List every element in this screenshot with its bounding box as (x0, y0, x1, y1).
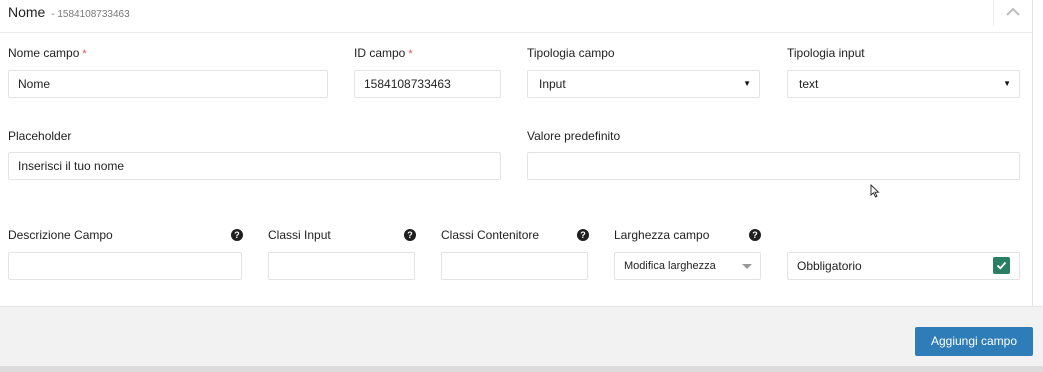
check-icon (996, 261, 1007, 270)
question-circle-icon[interactable]: ? (231, 229, 243, 241)
panel-title: Nome - 1584108733463 (8, 4, 130, 20)
id-campo-label: ID campo * (354, 46, 413, 60)
chevron-up-icon (1006, 7, 1020, 16)
classi-input-input[interactable] (268, 252, 415, 280)
nome-campo-input[interactable]: Nome (8, 70, 328, 98)
descrizione-campo-input[interactable] (8, 252, 242, 280)
panel-field-id: - 1584108733463 (51, 9, 130, 20)
question-circle-icon[interactable]: ? (749, 229, 761, 241)
larghezza-campo-select[interactable]: Modifica larghezza (614, 252, 761, 280)
panel-header: Nome - 1584108733463 (0, 0, 1032, 33)
nome-campo-label-text: Nome campo (8, 46, 80, 60)
obbligatorio-label: Obbligatorio (797, 259, 862, 273)
panel-title-text: Nome (8, 4, 46, 20)
obbligatorio-checkbox-row[interactable]: Obbligatorio (787, 252, 1020, 280)
caret-down-icon: ▼ (743, 79, 751, 88)
classi-input-label: Classi Input (268, 228, 331, 242)
tipologia-input-label: Tipologia input (787, 46, 865, 60)
valore-predefinito-label: Valore predefinito (527, 129, 621, 143)
required-mark: * (82, 48, 87, 60)
placeholder-label: Placeholder (8, 129, 72, 143)
placeholder-input[interactable]: Inserisci il tuo nome (8, 152, 501, 180)
tipologia-input-value: text (799, 77, 819, 91)
nome-campo-label: Nome campo * (8, 46, 87, 60)
field-panel: Nome - 1584108733463 Nome campo * Nome ID… (0, 0, 1033, 306)
classi-contenitore-label: Classi Contenitore (441, 228, 540, 242)
descrizione-campo-label: Descrizione Campo (8, 228, 113, 242)
mouse-pointer-icon (870, 184, 880, 198)
classi-contenitore-input[interactable] (441, 252, 588, 280)
panel-footer (0, 306, 1043, 367)
question-circle-icon[interactable]: ? (577, 229, 589, 241)
question-circle-icon[interactable]: ? (404, 229, 416, 241)
bottom-divider (0, 366, 1043, 372)
tipologia-campo-select[interactable]: Input ▼ (527, 70, 760, 98)
valore-predefinito-input[interactable] (527, 152, 1020, 180)
tipologia-campo-value: Input (539, 77, 566, 91)
caret-down-icon: ▼ (1003, 79, 1011, 88)
larghezza-campo-label: Larghezza campo (614, 228, 710, 242)
id-campo-input[interactable]: 1584108733463 (354, 70, 501, 98)
caret-down-icon (742, 264, 752, 269)
obbligatorio-checkbox[interactable] (993, 257, 1010, 274)
larghezza-campo-value: Modifica larghezza (624, 260, 716, 272)
tipologia-campo-label: Tipologia campo (527, 46, 615, 60)
tipologia-input-select[interactable]: text ▼ (787, 70, 1020, 98)
aggiungi-campo-button[interactable]: Aggiungi campo (915, 327, 1033, 356)
collapse-button[interactable] (993, 0, 1032, 26)
id-campo-label-text: ID campo (354, 46, 406, 60)
required-mark: * (408, 48, 413, 60)
